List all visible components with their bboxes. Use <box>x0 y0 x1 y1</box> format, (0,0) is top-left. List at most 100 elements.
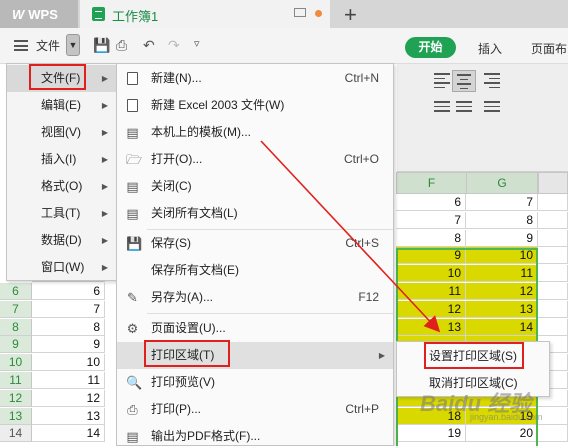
cell-e[interactable]: 8 <box>32 318 105 336</box>
row-header[interactable]: 12 <box>0 389 32 407</box>
cell-h[interactable] <box>538 211 568 229</box>
row-header[interactable]: 14 <box>0 425 32 443</box>
cell-h[interactable] <box>538 194 568 211</box>
file-menu-item-templates[interactable]: ▤ 本机上的模板(M)... <box>117 119 393 146</box>
column-header-g[interactable]: G <box>466 172 538 194</box>
menu-item-label: 格式(O) <box>41 179 83 193</box>
menu-item-view[interactable]: 视图(V) ▶ <box>7 119 116 146</box>
printer-icon[interactable]: ⎙ <box>116 37 127 54</box>
tab-page-layout[interactable]: 页面布 <box>531 40 567 57</box>
row-header[interactable]: 9 <box>0 336 32 354</box>
align-right-icon[interactable] <box>480 70 504 92</box>
file-menu-item-new[interactable]: 新建(N)... Ctrl+N <box>117 65 393 92</box>
menu-item-window[interactable]: 窗口(W) ▶ <box>7 254 116 281</box>
column-header-f[interactable]: F <box>396 172 467 194</box>
row-header[interactable]: 8 <box>0 318 32 336</box>
cell-e[interactable]: 9 <box>32 336 105 354</box>
row-header[interactable]: 7 <box>0 300 32 318</box>
redo-icon[interactable]: ↷ <box>168 37 180 54</box>
chevron-right-icon: ▶ <box>101 128 108 137</box>
cell-h[interactable] <box>538 265 568 283</box>
menu-item-label: 窗口(W) <box>41 260 85 274</box>
page-setup-icon: ⚙ <box>126 321 139 336</box>
file-menu-item-new-excel2003[interactable]: 新建 Excel 2003 文件(W) <box>117 92 393 119</box>
cell-f[interactable]: 10 <box>396 265 466 283</box>
chevron-down-icon[interactable]: ▼ <box>66 34 80 56</box>
new-tab-button[interactable]: + <box>344 2 357 28</box>
file-menu-item-page-setup[interactable]: ⚙ 页面设置(U)... <box>117 315 393 342</box>
align-left-icon[interactable] <box>430 70 454 92</box>
file-menu-item-close-all[interactable]: ▤ 关闭所有文档(L) <box>117 200 393 227</box>
monitor-icon[interactable] <box>294 8 306 17</box>
align-bottom-icon[interactable] <box>480 98 504 120</box>
cell-e[interactable]: 13 <box>32 407 105 425</box>
cell-h[interactable] <box>538 283 568 300</box>
file-menu-item-open[interactable]: 🗁 打开(O)... Ctrl+O <box>117 146 393 173</box>
cell-g[interactable]: 13 <box>466 300 538 318</box>
document-tab[interactable]: 工作簿1 <box>80 0 330 28</box>
cell-h[interactable] <box>538 425 568 443</box>
row-header[interactable]: 10 <box>0 354 32 372</box>
cell-h[interactable] <box>538 318 568 336</box>
cell-h[interactable] <box>538 247 568 265</box>
undo-icon[interactable]: ↶ <box>143 37 155 54</box>
cell-f[interactable]: 11 <box>396 283 466 300</box>
cell-g[interactable]: 10 <box>466 247 538 265</box>
menu-icon[interactable] <box>14 40 28 51</box>
menu-item-data[interactable]: 数据(D) ▶ <box>7 227 116 254</box>
cell-g[interactable]: 7 <box>466 194 538 211</box>
document-tab-label: 工作簿1 <box>112 9 159 24</box>
menu-item-label: 编辑(E) <box>41 98 81 112</box>
align-top-icon[interactable] <box>430 98 454 120</box>
tab-home[interactable]: 开始 <box>405 37 456 58</box>
align-middle-icon[interactable] <box>452 98 476 120</box>
pdf-icon: ▤ <box>126 429 139 444</box>
cell-g[interactable]: 11 <box>466 265 538 283</box>
cell-g[interactable]: 8 <box>466 211 538 229</box>
cell-e[interactable]: 14 <box>32 425 105 443</box>
menu-item-insert[interactable]: 插入(I) ▶ <box>7 146 116 173</box>
row-header[interactable]: 6 <box>0 283 32 300</box>
cell-f[interactable]: 8 <box>396 229 466 247</box>
cell-g[interactable]: 12 <box>466 283 538 300</box>
file-menu-button[interactable]: 文件 <box>36 37 60 54</box>
cell-e[interactable]: 7 <box>32 300 105 318</box>
print-preview-icon: 🔍 <box>126 375 143 390</box>
menu-item-tools[interactable]: 工具(T) ▶ <box>7 200 116 227</box>
row-header[interactable]: 11 <box>0 372 32 389</box>
cell-f[interactable]: 7 <box>396 211 466 229</box>
file-menu-item-save-as[interactable]: ✎ 另存为(A)... F12 <box>117 284 393 311</box>
row-header[interactable]: 13 <box>0 407 32 425</box>
column-header-h[interactable] <box>538 172 568 194</box>
save-icon[interactable]: 💾 <box>93 37 110 54</box>
close-all-icon: ▤ <box>126 206 139 221</box>
cell-h[interactable] <box>538 300 568 318</box>
cell-f[interactable]: 13 <box>396 318 466 336</box>
more-icon[interactable]: ▿ <box>194 37 200 50</box>
cell-f[interactable]: 9 <box>396 247 466 265</box>
cell-e[interactable]: 6 <box>32 283 105 300</box>
spreadsheet-icon <box>92 7 105 21</box>
cell-f[interactable]: 6 <box>396 194 466 211</box>
cell-e[interactable]: 10 <box>32 354 105 372</box>
cell-g[interactable]: 9 <box>466 229 538 247</box>
cell-e[interactable]: 12 <box>32 389 105 407</box>
cell-f[interactable]: 12 <box>396 300 466 318</box>
file-menu-item-close[interactable]: ▤ 关闭(C) <box>117 173 393 200</box>
tab-insert[interactable]: 插入 <box>478 40 502 57</box>
file-menu-item-save[interactable]: 💾 保存(S) Ctrl+S <box>117 230 393 257</box>
chevron-right-icon: ▶ <box>378 351 385 360</box>
cell-g[interactable]: 20 <box>466 425 538 443</box>
file-menu-item-export-pdf[interactable]: ▤ 输出为PDF格式(F)... <box>117 423 393 446</box>
file-menu-item-save-all[interactable]: 保存所有文档(E) <box>117 257 393 284</box>
cell-h[interactable] <box>538 229 568 247</box>
cell-f[interactable]: 19 <box>396 425 466 443</box>
file-menu-item-print[interactable]: ⎙ 打印(P)... Ctrl+P <box>117 396 393 423</box>
cell-e[interactable]: 11 <box>32 372 105 389</box>
menu-item-edit[interactable]: 编辑(E) ▶ <box>7 92 116 119</box>
cell-g[interactable]: 14 <box>466 318 538 336</box>
wps-home-tab[interactable]: W WPS <box>0 0 78 28</box>
menu-item-format[interactable]: 格式(O) ▶ <box>7 173 116 200</box>
align-center-icon[interactable] <box>452 70 476 92</box>
file-menu-item-print-preview[interactable]: 🔍 打印预览(V) <box>117 369 393 396</box>
